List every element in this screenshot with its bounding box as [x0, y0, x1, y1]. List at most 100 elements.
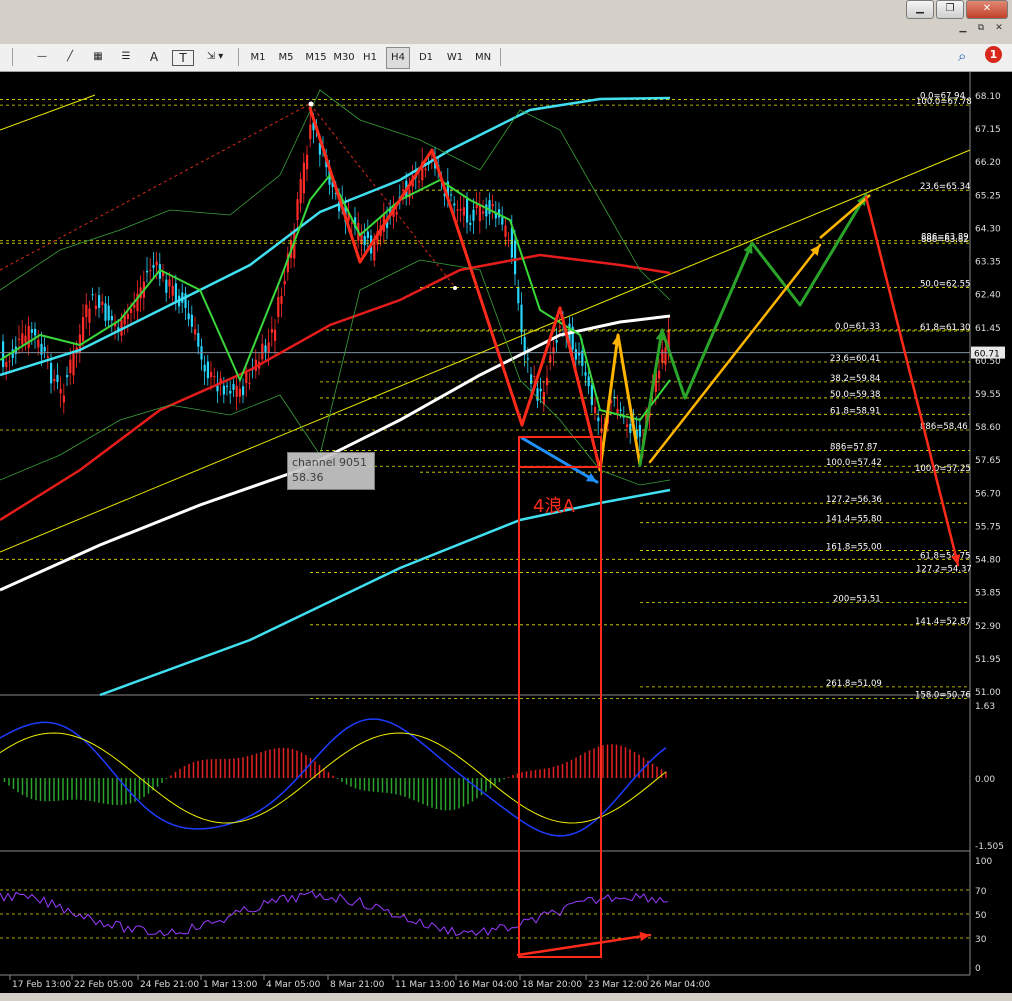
- candle-body: [18, 338, 21, 341]
- candle-body: [450, 194, 453, 196]
- candle-body: [133, 304, 136, 308]
- timeframe-d1[interactable]: D1: [414, 47, 438, 69]
- moving-average-green: [0, 173, 671, 422]
- horizontal-line-icon[interactable]: —: [32, 47, 52, 67]
- timeframe-mn[interactable]: MN: [470, 47, 496, 69]
- price-axis-label: 59.55: [975, 390, 1001, 400]
- fib-level-label: 38.2=59.84: [830, 374, 880, 384]
- price-axis-label: 63.35: [975, 258, 1001, 268]
- timeframe-m30[interactable]: M30: [330, 47, 358, 69]
- candle-body: [302, 162, 305, 194]
- candle-body: [530, 374, 533, 384]
- chart-minimize-button[interactable]: ▁: [956, 22, 970, 34]
- minimize-button[interactable]: ▁: [906, 0, 934, 19]
- timeframe-m15[interactable]: M15: [302, 47, 330, 69]
- trendline-icon[interactable]: ╱: [60, 47, 80, 67]
- chart-close-button[interactable]: ✕: [992, 22, 1006, 34]
- timeframe-m1[interactable]: M1: [246, 47, 270, 69]
- candle-body: [27, 325, 30, 348]
- candle-body: [539, 388, 542, 392]
- fib-level-label: 100.0=67.78: [916, 97, 972, 107]
- candle-body: [594, 406, 597, 414]
- candle-body: [510, 227, 513, 258]
- wave-segment-red: [358, 148, 434, 264]
- candle-body: [555, 340, 558, 343]
- fibonacci-icon[interactable]: ☰: [116, 47, 136, 67]
- fib-level-label: 886=58.46: [920, 422, 968, 432]
- candle-body: [98, 295, 101, 308]
- candle-body: [190, 314, 193, 327]
- time-axis-label: 11 Mar 13:00: [395, 980, 455, 990]
- candle-body: [526, 358, 529, 360]
- candle-body: [24, 335, 27, 343]
- channel-icon[interactable]: ▦: [88, 47, 108, 67]
- orange-arrow: [598, 333, 620, 472]
- close-button[interactable]: ✕: [966, 0, 1008, 19]
- current-price-label: 60.71: [974, 350, 1000, 360]
- candle-body: [514, 240, 517, 275]
- candle-body: [174, 283, 177, 302]
- green-arrow: [638, 328, 664, 467]
- timeframe-w1[interactable]: W1: [442, 47, 468, 69]
- candle-body: [248, 382, 251, 384]
- search-icon[interactable]: ⌕: [958, 47, 966, 65]
- candle-body: [587, 376, 590, 387]
- candle-body: [299, 179, 302, 204]
- fib-level-label: 886=63.82: [921, 235, 969, 245]
- candle-body: [130, 308, 133, 314]
- price-chart[interactable]: 0.0=67.94100.0=67.7823.6=65.34886=63.898…: [0, 72, 1012, 993]
- window-controls: ▁ ❐ ✕: [906, 0, 1008, 19]
- channel-dashed-red: [0, 103, 311, 271]
- candle-body: [424, 168, 427, 171]
- candle-body: [274, 329, 277, 342]
- candle-body: [59, 389, 62, 394]
- candle-body: [146, 270, 149, 273]
- rsi-axis-label: 50: [975, 911, 987, 921]
- timeframe-h1[interactable]: H1: [358, 47, 382, 69]
- price-axis-label: 51.95: [975, 655, 1001, 665]
- candle-body: [197, 333, 200, 347]
- candle-body: [165, 279, 168, 293]
- time-axis-label: 18 Mar 20:00: [522, 980, 582, 990]
- candle-body: [418, 181, 421, 183]
- candle-body: [34, 328, 37, 336]
- fib-level-label: 61.8=61.30: [920, 323, 970, 333]
- candle-body: [168, 279, 171, 287]
- wave-annotation-label: 4浪A: [533, 496, 575, 517]
- price-axis-label: 55.75: [975, 522, 1001, 532]
- timeframe-m5[interactable]: M5: [274, 47, 298, 69]
- highlight-box-top: [518, 436, 602, 468]
- candle-body: [267, 342, 270, 353]
- blue-arrow: [520, 436, 599, 484]
- candle-body: [264, 345, 267, 352]
- timeframe-h4[interactable]: H4: [386, 47, 410, 69]
- notification-badge[interactable]: 1: [985, 46, 1002, 63]
- price-axis-label: 51.00: [975, 688, 1001, 698]
- candle-body: [309, 124, 312, 140]
- candle-body: [549, 355, 552, 363]
- macd-axis-label: 1.63: [975, 702, 995, 712]
- bollinger-band-upper: [0, 89, 671, 301]
- candle-body: [616, 408, 619, 414]
- candle-body: [46, 356, 49, 358]
- candle-body: [8, 360, 11, 362]
- candle-body: [501, 217, 504, 225]
- fib-level-label: 200=53.51: [833, 595, 881, 605]
- chart-restore-button[interactable]: ⧉: [974, 22, 988, 34]
- arrows-dropdown-icon[interactable]: ⇲ ▾: [200, 47, 230, 67]
- price-axis-label: 54.80: [975, 556, 1001, 566]
- label-tool-icon[interactable]: T: [172, 50, 194, 66]
- macd-axis-label: 0.00: [975, 775, 995, 785]
- text-tool-icon[interactable]: A: [144, 47, 164, 67]
- candle-body: [37, 339, 40, 348]
- toolbar-separator: [500, 48, 501, 66]
- fib-level-label: 0.0=61.33: [835, 322, 880, 332]
- candle-body: [53, 378, 56, 382]
- fib-level-label: 100.0=57.42: [826, 458, 882, 468]
- candle-body: [50, 362, 53, 384]
- candle-body: [155, 261, 158, 266]
- restore-button[interactable]: ❐: [936, 0, 964, 19]
- candle-body: [261, 343, 264, 360]
- candle-body: [187, 313, 190, 320]
- drawn-annotations: 4浪A: [308, 101, 961, 958]
